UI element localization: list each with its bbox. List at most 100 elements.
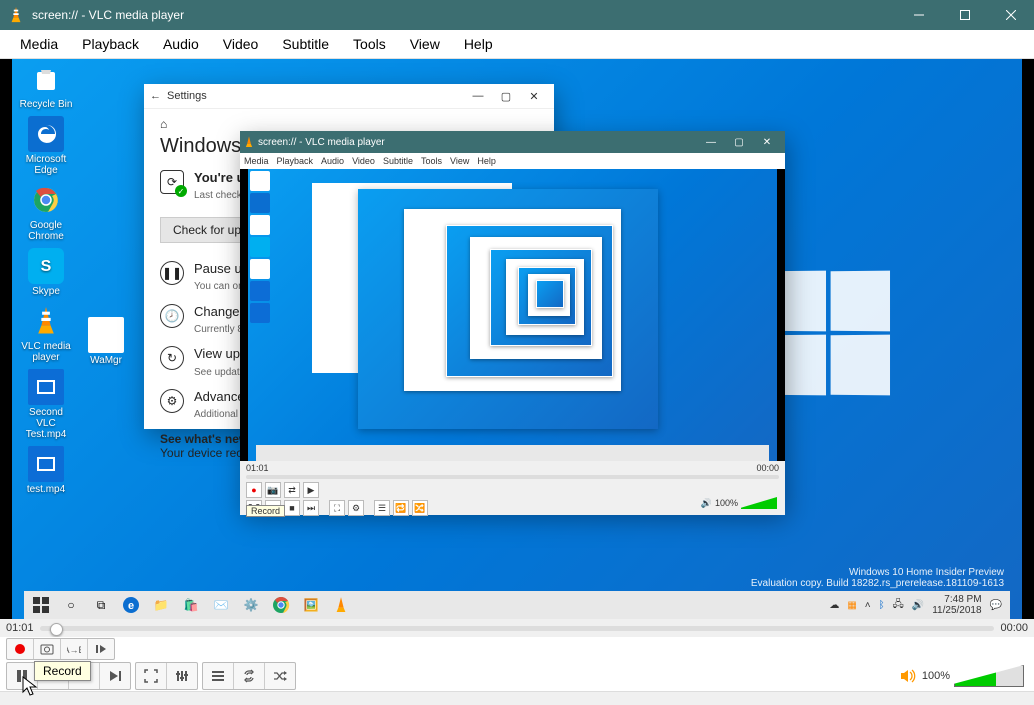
record-tooltip: Record (34, 661, 91, 681)
menu-audio[interactable]: Audio (151, 30, 211, 58)
nested-title: screen:// - VLC media player (258, 137, 385, 148)
nested-shuffle-button[interactable]: 🔀 (412, 500, 428, 516)
nested-playlist-button[interactable]: ☰ (374, 500, 390, 516)
frame-step-button[interactable] (88, 639, 114, 659)
vlc-icon (8, 7, 24, 23)
shuffle-button[interactable] (265, 663, 295, 689)
settings-close-button[interactable]: ✕ (520, 90, 548, 103)
next-button[interactable] (100, 663, 130, 689)
nested-record-button[interactable]: ● (246, 482, 262, 498)
nested-fullscreen-button[interactable]: ⛶ (329, 500, 345, 516)
home-icon: ⌂ (160, 117, 167, 131)
snapshot-button[interactable] (34, 639, 61, 659)
nested-settings-button[interactable]: ⚙ (348, 500, 364, 516)
desktop-icon-recycle-bin[interactable]: Recycle Bin (18, 61, 74, 110)
taskbar-mail[interactable]: ✉️ (206, 591, 236, 619)
nested-seekbar[interactable] (246, 475, 779, 479)
menu-view[interactable]: View (398, 30, 452, 58)
loop-button[interactable] (234, 663, 265, 689)
whatsnew-title: See what's new (160, 432, 248, 446)
pause-icon: ❚❚ (160, 261, 184, 285)
nested-stop-button[interactable]: ■ (284, 500, 300, 516)
taskbar-store[interactable]: 🛍️ (176, 591, 206, 619)
nested-next-button[interactable]: ⏭ (303, 500, 319, 516)
menu-media[interactable]: Media (8, 30, 70, 58)
tray-time[interactable]: 7:48 PM (944, 594, 981, 605)
menu-playback[interactable]: Playback (70, 30, 151, 58)
clock-icon: 🕗 (160, 304, 184, 328)
history-icon: ↻ (160, 346, 184, 370)
extended-settings-button[interactable] (167, 663, 197, 689)
nested-vlc-window: screen:// - VLC media player — ▢ ✕ Media… (240, 131, 785, 511)
tray-bluetooth-icon[interactable]: ᛒ (879, 600, 885, 611)
vlc-icon (244, 136, 254, 148)
nested-time-remaining: 00:00 (756, 463, 779, 473)
svg-text:S: S (41, 258, 52, 275)
desktop-icon-wamgr[interactable]: WaMgr (78, 317, 134, 366)
nested-frame-button[interactable]: ▶ (303, 482, 319, 498)
tray-wamgr-icon[interactable]: ▦ (847, 600, 856, 611)
menubar: Media Playback Audio Video Subtitle Tool… (0, 30, 1034, 59)
tray-network-icon[interactable]: 🖧 (893, 597, 904, 614)
time-remaining[interactable]: 00:00 (1000, 622, 1028, 634)
nested-volume-slider[interactable] (741, 497, 777, 509)
svg-text:A→B: A→B (67, 645, 81, 655)
captured-desktop: Recycle Bin Microsoft Edge Google Chrome… (12, 59, 1022, 619)
nested-minimize-button[interactable]: — (697, 137, 725, 148)
nested-snapshot-button[interactable]: 📷 (265, 482, 281, 498)
main-controls-row: 100% (0, 661, 1034, 691)
menu-tools[interactable]: Tools (341, 30, 398, 58)
desktop-icon-second-vlc-test[interactable]: Second VLC Test.mp4 (18, 369, 74, 440)
tray-chevron-up-icon[interactable]: ˄ (865, 600, 871, 611)
nested-record-tooltip: Record (246, 505, 285, 517)
desktop-icon-skype[interactable]: SSkype (18, 248, 74, 297)
desktop-icon-test[interactable]: test.mp4 (18, 446, 74, 495)
sync-check-icon: ⟳✓ (160, 170, 184, 194)
start-button[interactable] (26, 591, 56, 619)
tray-date[interactable]: 11/25/2018 (932, 605, 981, 616)
playlist-button[interactable] (203, 663, 234, 689)
taskbar-chrome[interactable] (266, 591, 296, 619)
titlebar: screen:// - VLC media player (0, 0, 1034, 30)
tray-notifications-icon[interactable]: 💬 (990, 600, 1002, 611)
nested-speaker-icon[interactable]: 🔊 (701, 498, 712, 509)
record-button[interactable] (7, 639, 34, 659)
menu-video[interactable]: Video (211, 30, 271, 58)
nested-close-button[interactable]: ✕ (753, 137, 781, 148)
recursion-preview (358, 189, 658, 429)
desktop-icon-vlc[interactable]: VLC media player (18, 303, 74, 363)
menu-help[interactable]: Help (452, 30, 505, 58)
search-button[interactable]: ○ (56, 591, 86, 619)
taskbar-settings[interactable]: ⚙️ (236, 591, 266, 619)
status-bar (0, 691, 1034, 705)
settings-maximize-button[interactable]: ▢ (492, 90, 520, 103)
volume-slider[interactable] (954, 665, 1024, 687)
advanced-controls-row: A→B Record (0, 637, 1034, 661)
time-elapsed[interactable]: 01:01 (6, 622, 34, 634)
desktop-icon-edge[interactable]: Microsoft Edge (18, 116, 74, 176)
taskbar-photos[interactable]: 🖼️ (296, 591, 326, 619)
window-maximize-button[interactable] (942, 0, 988, 30)
window-close-button[interactable] (988, 0, 1034, 30)
taskbar-vlc[interactable] (326, 591, 356, 619)
nested-atob-button[interactable]: ⇄ (284, 482, 300, 498)
menu-subtitle[interactable]: Subtitle (270, 30, 341, 58)
loop-atob-button[interactable]: A→B (61, 639, 88, 659)
taskbar-edge[interactable]: e (116, 591, 146, 619)
tray-onedrive-icon[interactable]: ☁ (829, 600, 839, 611)
taskbar-explorer[interactable]: 📁 (146, 591, 176, 619)
desktop-icon-chrome[interactable]: Google Chrome (18, 182, 74, 242)
tray-volume-icon[interactable]: 🔊 (912, 600, 924, 611)
seek-slider[interactable] (40, 626, 995, 631)
nested-maximize-button[interactable]: ▢ (725, 137, 753, 148)
fullscreen-button[interactable] (136, 663, 167, 689)
window-minimize-button[interactable] (896, 0, 942, 30)
svg-text:e: e (128, 600, 134, 612)
back-arrow-icon[interactable]: ← (150, 90, 161, 102)
settings-minimize-button[interactable]: — (464, 90, 492, 102)
mute-button[interactable] (900, 668, 918, 684)
nested-menubar: MediaPlaybackAudioVideoSubtitleToolsView… (240, 153, 785, 169)
windows-watermark: Windows 10 Home Insider PreviewEvaluatio… (751, 567, 1004, 589)
task-view-button[interactable]: ⧉ (86, 591, 116, 619)
nested-loop-button[interactable]: 🔁 (393, 500, 409, 516)
